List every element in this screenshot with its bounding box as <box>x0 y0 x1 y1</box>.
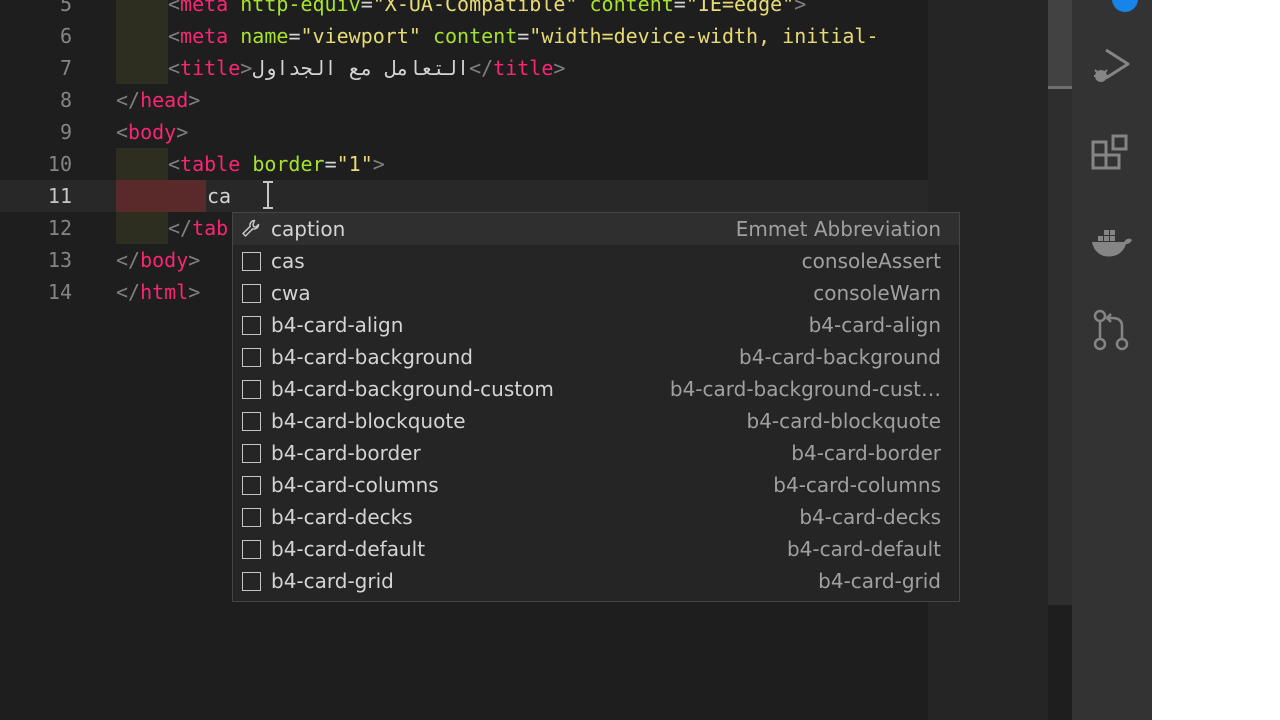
code-line-current[interactable]: 11 ca <box>0 180 1048 212</box>
suggestion-item[interactable]: b4-card-background-custom b4-card-backgr… <box>233 373 959 405</box>
extensions-icon[interactable] <box>1090 134 1134 178</box>
code-line[interactable]: 8 </head> <box>0 84 1048 116</box>
snippet-icon <box>242 412 261 431</box>
code-line[interactable]: 7 <title>التعامل مع الجداول</title> <box>0 52 1048 84</box>
source-control-icon[interactable] <box>1090 308 1134 352</box>
indent-guide <box>116 0 168 20</box>
code-line[interactable]: 6 <meta name="viewport" content="width=d… <box>0 20 1048 52</box>
code-text: </html> <box>116 280 201 304</box>
line-number: 6 <box>59 24 72 48</box>
suggestion-item[interactable]: cwa consoleWarn <box>233 277 959 309</box>
line-number: 10 <box>47 152 72 176</box>
indent-guide <box>168 180 206 212</box>
suggestion-item[interactable]: b4-card-blockquote b4-card-blockquote <box>233 405 959 437</box>
suggestion-item[interactable]: caption Emmet Abbreviation <box>233 213 959 245</box>
line-number: 14 <box>47 280 72 304</box>
line-number: 9 <box>59 120 72 144</box>
run-debug-icon[interactable] <box>1090 42 1134 86</box>
snippet-icon <box>242 348 261 367</box>
suggestion-item[interactable]: b4-card-grid b4-card-grid <box>233 565 959 597</box>
suggestion-item[interactable]: b4-card-default b4-card-default <box>233 533 959 565</box>
code-text: </head> <box>116 88 201 112</box>
code-text: ca <box>207 184 232 208</box>
code-line[interactable]: 5 <meta http-equiv="X-UA-Compatible" con… <box>0 0 1048 20</box>
snippet-icon <box>242 252 261 271</box>
blank-side-area <box>1152 0 1280 720</box>
activity-bar <box>1072 0 1152 720</box>
snippet-icon <box>242 540 261 559</box>
suggestion-item[interactable]: b4-card-columns b4-card-columns <box>233 469 959 501</box>
code-text: <meta http-equiv="X-UA-Compatible" conte… <box>168 0 807 16</box>
code-text: </body> <box>116 248 201 272</box>
scrollbar-thumb[interactable] <box>1048 0 1072 86</box>
indent-guide <box>116 148 168 180</box>
snippet-icon <box>242 284 261 303</box>
mouse-ibeam-cursor <box>263 181 273 209</box>
snippet-icon <box>242 476 261 495</box>
notification-badge <box>1112 0 1138 12</box>
snippet-icon <box>242 316 261 335</box>
code-text: </tab <box>168 216 229 240</box>
line-number: 8 <box>59 88 72 112</box>
line-number: 11 <box>47 184 72 208</box>
autocomplete-suggest-widget[interactable]: caption Emmet Abbreviation cas consoleAs… <box>232 212 960 602</box>
code-line[interactable]: 9 <body> <box>0 116 1048 148</box>
indent-guide <box>116 52 168 84</box>
code-text: <table border="1"> <box>168 152 385 176</box>
line-number: 5 <box>59 0 72 16</box>
code-text: <body> <box>116 120 189 144</box>
suggestion-item[interactable]: cas consoleAssert <box>233 245 959 277</box>
docker-icon[interactable] <box>1090 220 1134 264</box>
suggestion-item[interactable]: b4-card-background b4-card-background <box>233 341 959 373</box>
suggestion-item[interactable]: b4-card-border b4-card-border <box>233 437 959 469</box>
vertical-scrollbar[interactable] <box>1048 0 1072 605</box>
snippet-icon <box>242 508 261 527</box>
snippet-icon <box>242 572 261 591</box>
line-number: 7 <box>59 56 72 80</box>
indent-guide <box>116 20 168 52</box>
suggestion-item[interactable]: b4-card-align b4-card-align <box>233 309 959 341</box>
line-number: 12 <box>47 216 72 240</box>
code-line[interactable]: 10 <table border="1"> <box>0 148 1048 180</box>
scrollbar-cursor-marker <box>1048 86 1072 89</box>
indent-guide <box>116 212 168 244</box>
code-text: <title>التعامل مع الجداول</title> <box>168 56 566 80</box>
snippet-icon <box>242 380 261 399</box>
line-number: 13 <box>47 248 72 272</box>
indent-guide <box>116 180 168 212</box>
snippet-icon <box>242 444 261 463</box>
wrench-icon <box>241 219 261 239</box>
suggestion-item[interactable]: b4-card-decks b4-card-decks <box>233 501 959 533</box>
code-text: <meta name="viewport" content="width=dev… <box>168 24 879 48</box>
